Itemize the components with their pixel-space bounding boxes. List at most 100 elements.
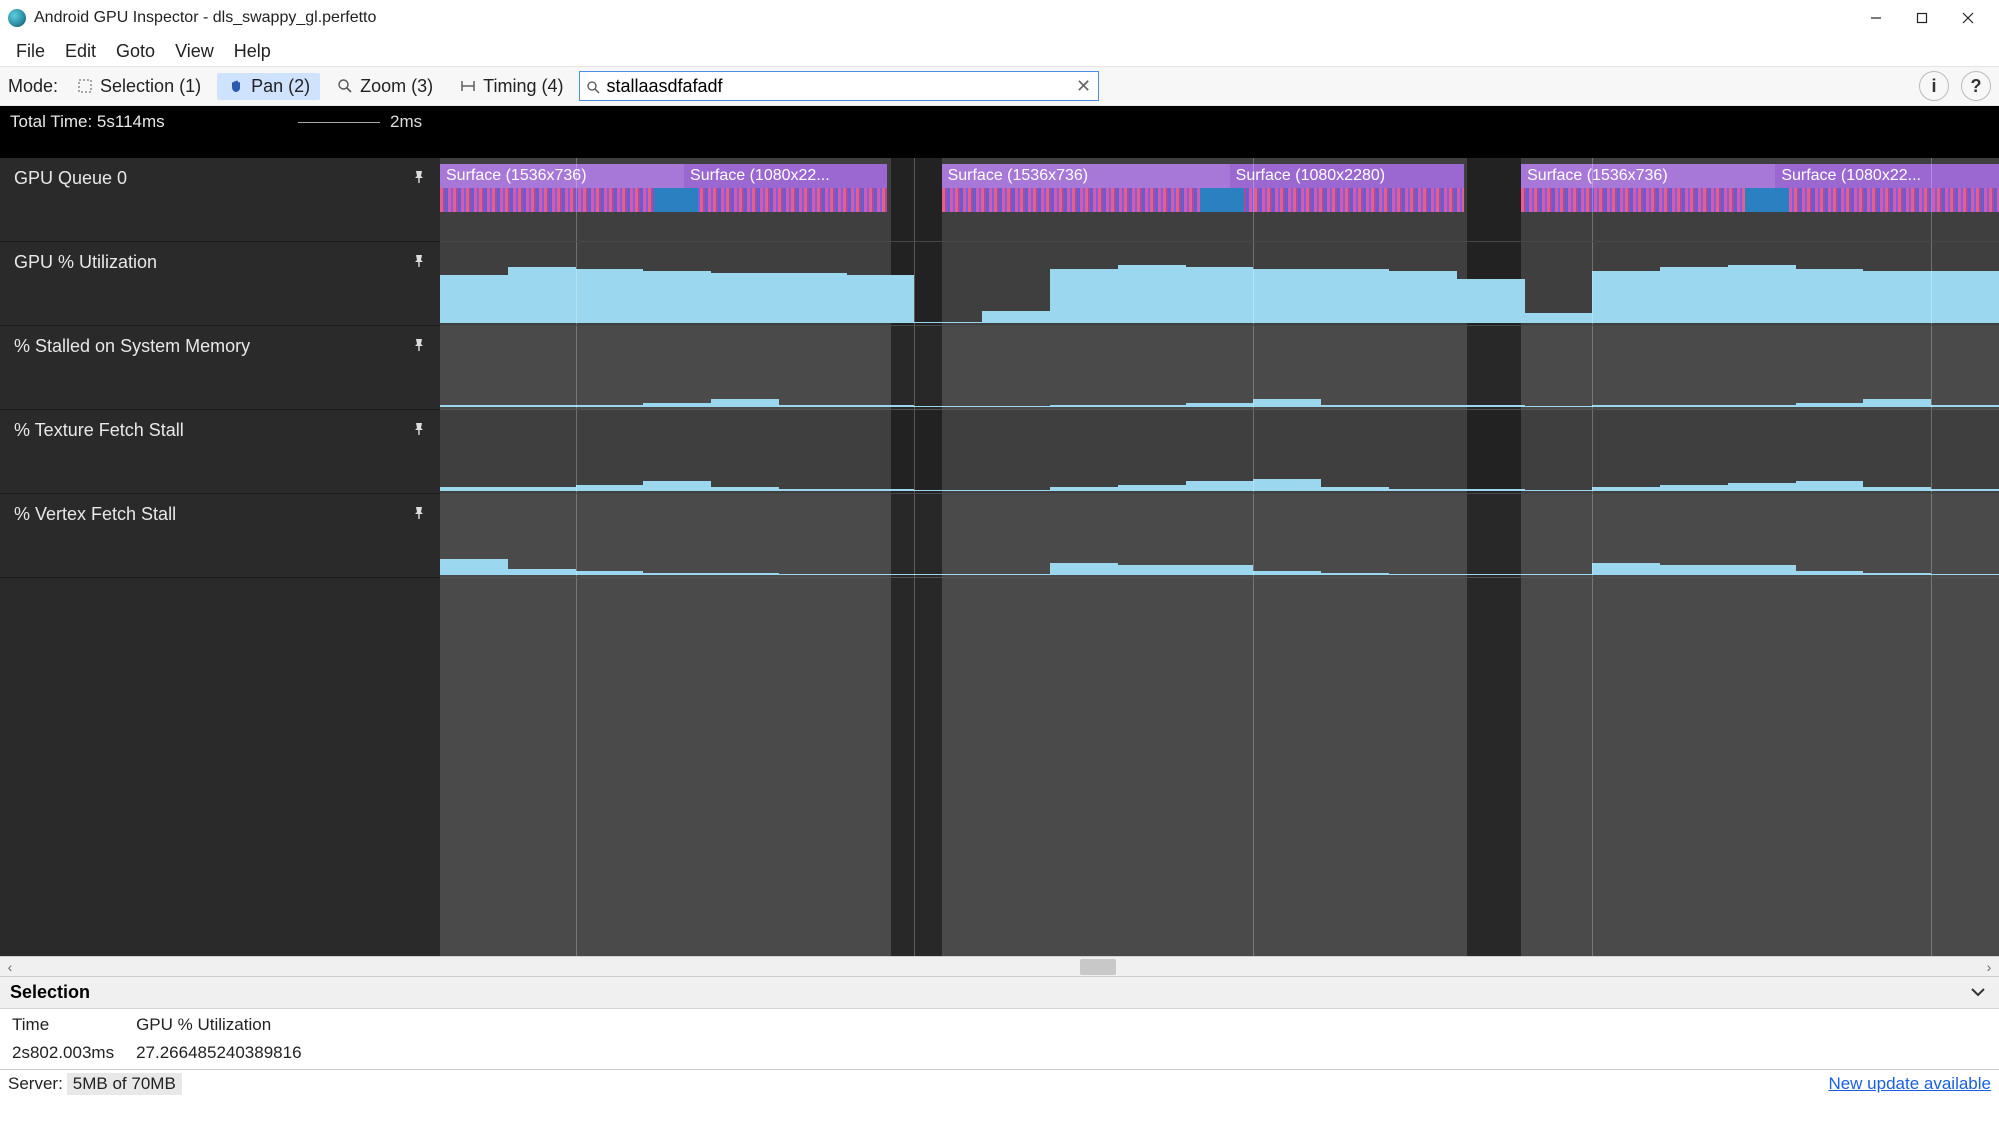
metric-sample[interactable] xyxy=(1457,279,1525,323)
timeline-ruler[interactable]: Total Time: 5s114ms 2ms 2,790ms2,800ms2,… xyxy=(0,106,1999,158)
metric-sample[interactable] xyxy=(1728,265,1796,323)
metric-sample[interactable] xyxy=(1863,573,1931,575)
track-body-stall-texfetch[interactable] xyxy=(440,410,1999,494)
surface-detail-bar[interactable] xyxy=(1521,188,1999,212)
menu-goto[interactable]: Goto xyxy=(106,39,165,64)
surface-block[interactable]: Surface (1536x736) xyxy=(440,164,684,188)
menu-edit[interactable]: Edit xyxy=(55,39,106,64)
metric-sample[interactable] xyxy=(1660,267,1728,323)
metric-sample[interactable] xyxy=(1186,481,1254,491)
metric-sample[interactable] xyxy=(779,489,847,491)
surface-block[interactable]: Surface (1536x736) xyxy=(942,164,1230,188)
scroll-left-icon[interactable]: ‹ xyxy=(0,959,20,975)
metric-sample[interactable] xyxy=(1796,481,1864,491)
metric-sample[interactable] xyxy=(440,275,508,323)
metric-sample[interactable] xyxy=(1118,265,1186,323)
minimize-button[interactable] xyxy=(1853,0,1899,36)
mode-pan[interactable]: Pan (2) xyxy=(217,73,320,100)
pin-icon[interactable] xyxy=(412,504,426,518)
metric-sample[interactable] xyxy=(1931,271,1999,323)
selection-col-metric[interactable]: GPU % Utilization xyxy=(126,1011,311,1039)
table-row[interactable]: 2s816.535ms 22.717787602651768 xyxy=(2,1067,312,1069)
track-label-gpu-queue[interactable]: GPU Queue 0 xyxy=(0,158,440,242)
metric-sample[interactable] xyxy=(1592,271,1660,323)
metric-sample[interactable] xyxy=(1321,573,1389,575)
metric-sample[interactable] xyxy=(1253,571,1321,575)
scroll-right-icon[interactable]: › xyxy=(1979,959,1999,975)
track-label-stall-vtxfetch[interactable]: % Vertex Fetch Stall xyxy=(0,494,440,578)
metric-sample[interactable] xyxy=(1050,487,1118,491)
metric-sample[interactable] xyxy=(711,273,779,323)
metric-sample[interactable] xyxy=(982,311,1050,323)
metric-sample[interactable] xyxy=(847,489,915,491)
pin-icon[interactable] xyxy=(412,336,426,350)
pin-icon[interactable] xyxy=(412,252,426,266)
pin-icon[interactable] xyxy=(412,168,426,182)
metric-sample[interactable] xyxy=(711,399,779,407)
metric-sample[interactable] xyxy=(1253,479,1321,491)
surface-detail-bar[interactable] xyxy=(440,188,887,212)
metric-sample[interactable] xyxy=(779,273,847,323)
menu-help[interactable]: Help xyxy=(224,39,281,64)
metric-sample[interactable] xyxy=(847,405,915,407)
metric-sample[interactable] xyxy=(1931,405,1999,407)
selection-col-time[interactable]: Time xyxy=(2,1011,124,1039)
metric-sample[interactable] xyxy=(576,485,644,491)
metric-sample[interactable] xyxy=(1457,405,1525,407)
metric-sample[interactable] xyxy=(508,267,576,323)
track-body-gpu-util[interactable] xyxy=(440,242,1999,326)
metric-sample[interactable] xyxy=(643,271,711,323)
metric-sample[interactable] xyxy=(1660,485,1728,491)
metric-sample[interactable] xyxy=(1186,267,1254,323)
metric-sample[interactable] xyxy=(1796,403,1864,407)
metric-sample[interactable] xyxy=(576,269,644,323)
metric-sample[interactable] xyxy=(1660,405,1728,407)
metric-sample[interactable] xyxy=(1050,563,1118,575)
metric-sample[interactable] xyxy=(1050,405,1118,407)
metric-sample[interactable] xyxy=(643,481,711,491)
track-body-gpu-queue[interactable]: Surface (1536x736)Surface (1080x22...Sur… xyxy=(440,158,1999,242)
metric-sample[interactable] xyxy=(779,405,847,407)
search-field[interactable]: ✕ xyxy=(579,71,1099,101)
metric-sample[interactable] xyxy=(847,275,915,323)
track-body-stall-vtxfetch[interactable] xyxy=(440,494,1999,578)
metric-sample[interactable] xyxy=(1592,405,1660,407)
track-body-stall-sysmem[interactable] xyxy=(440,326,1999,410)
metric-sample[interactable] xyxy=(1525,313,1593,323)
surface-block[interactable]: Surface (1080x22... xyxy=(684,164,887,188)
metric-sample[interactable] xyxy=(643,403,711,407)
metric-sample[interactable] xyxy=(1863,487,1931,491)
pin-icon[interactable] xyxy=(412,420,426,434)
help-button[interactable]: ? xyxy=(1961,71,1991,101)
table-row[interactable]: 2s802.003ms 27.266485240389816 xyxy=(2,1041,312,1065)
metric-sample[interactable] xyxy=(1728,565,1796,575)
scroll-thumb[interactable] xyxy=(1080,959,1116,975)
mode-selection[interactable]: Selection (1) xyxy=(66,73,211,100)
metric-sample[interactable] xyxy=(508,569,576,575)
track-label-stall-texfetch[interactable]: % Texture Fetch Stall xyxy=(0,410,440,494)
metric-sample[interactable] xyxy=(1186,565,1254,575)
metric-sample[interactable] xyxy=(1863,399,1931,407)
metric-sample[interactable] xyxy=(1728,483,1796,491)
metric-sample[interactable] xyxy=(576,405,644,407)
selection-header[interactable]: Selection xyxy=(0,977,1999,1009)
metric-sample[interactable] xyxy=(1186,403,1254,407)
metric-sample[interactable] xyxy=(1050,269,1118,323)
chevron-down-icon[interactable] xyxy=(1969,983,1987,1006)
metric-sample[interactable] xyxy=(1118,485,1186,491)
metric-sample[interactable] xyxy=(1253,269,1321,323)
metric-sample[interactable] xyxy=(1389,405,1457,407)
metric-sample[interactable] xyxy=(1863,271,1931,323)
metric-sample[interactable] xyxy=(1321,487,1389,491)
metric-sample[interactable] xyxy=(643,573,711,575)
metric-sample[interactable] xyxy=(1389,489,1457,491)
metric-sample[interactable] xyxy=(440,405,508,407)
track-label-stall-sysmem[interactable]: % Stalled on System Memory xyxy=(0,326,440,410)
tracks-viewport[interactable]: GPU Queue 0 Surface (1536x736)Surface (1… xyxy=(0,158,1999,956)
metric-sample[interactable] xyxy=(1660,565,1728,575)
surface-block[interactable]: Surface (1536x736) xyxy=(1521,164,1775,188)
clear-search-icon[interactable]: ✕ xyxy=(1074,77,1092,95)
metric-sample[interactable] xyxy=(1118,405,1186,407)
horizontal-scrollbar[interactable]: ‹ › xyxy=(0,956,1999,976)
metric-sample[interactable] xyxy=(1389,271,1457,323)
